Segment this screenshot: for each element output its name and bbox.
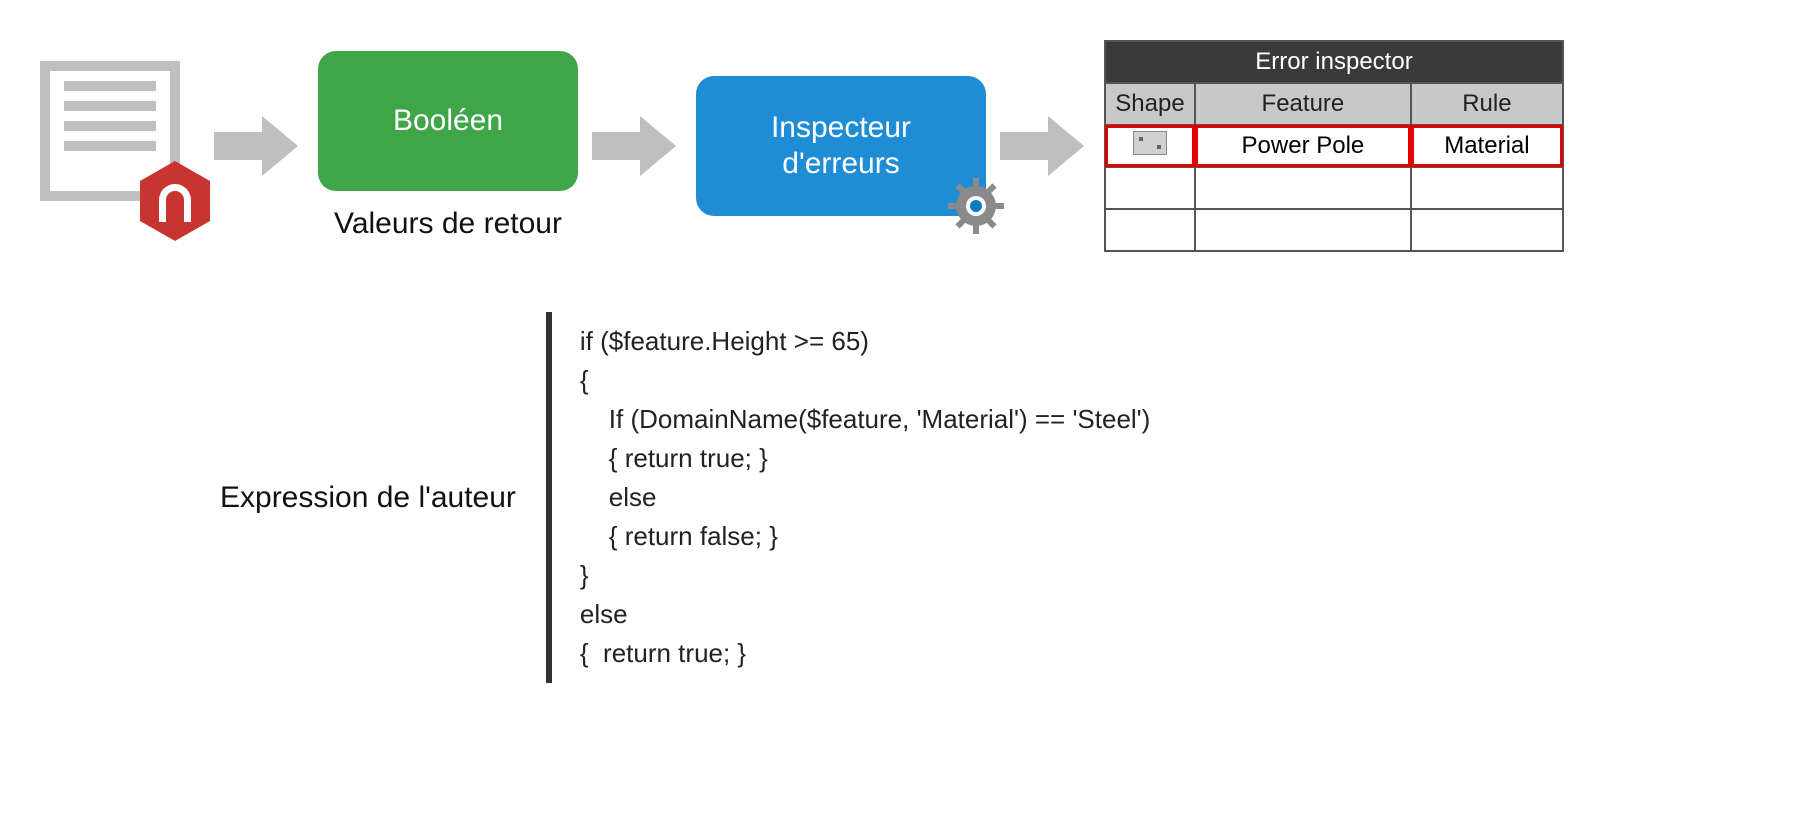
- table-row: [1105, 167, 1563, 209]
- table-row: [1105, 209, 1563, 251]
- arrow-icon: [214, 116, 304, 176]
- error-inspector-table: Error inspector Shape Feature Rule Power…: [1104, 40, 1564, 252]
- code-section: Expression de l'auteur if ($feature.Heig…: [220, 312, 1778, 683]
- boolean-node: Booléen: [318, 51, 578, 191]
- cell-shape: [1105, 125, 1195, 167]
- col-shape: Shape: [1105, 83, 1195, 125]
- table-row: Power Pole Material: [1105, 125, 1563, 167]
- table-title: Error inspector: [1105, 41, 1563, 83]
- code-label: Expression de l'auteur: [220, 481, 516, 515]
- point-shape-icon: [1133, 131, 1167, 155]
- col-rule: Rule: [1411, 83, 1563, 125]
- boolean-label: Booléen: [393, 103, 503, 139]
- col-feature: Feature: [1195, 83, 1411, 125]
- boolean-node-wrap: Booléen Valeurs de retour: [318, 51, 578, 241]
- error-inspector-label: Inspecteurd'erreurs: [771, 110, 911, 182]
- arcade-badge-icon: [140, 161, 210, 241]
- return-values-caption: Valeurs de retour: [334, 207, 562, 241]
- cell-feature: Power Pole: [1195, 125, 1411, 167]
- document-arcade-icon: [20, 61, 200, 231]
- code-block: if ($feature.Height >= 65) { If (DomainN…: [546, 312, 1150, 683]
- cell-rule: Material: [1411, 125, 1563, 167]
- gear-icon: [948, 178, 1004, 234]
- error-inspector-node: Inspecteurd'erreurs: [696, 76, 986, 216]
- arrow-icon: [592, 116, 682, 176]
- arrow-icon: [1000, 116, 1090, 176]
- flow-row: Booléen Valeurs de retour Inspecteurd'er…: [20, 40, 1778, 252]
